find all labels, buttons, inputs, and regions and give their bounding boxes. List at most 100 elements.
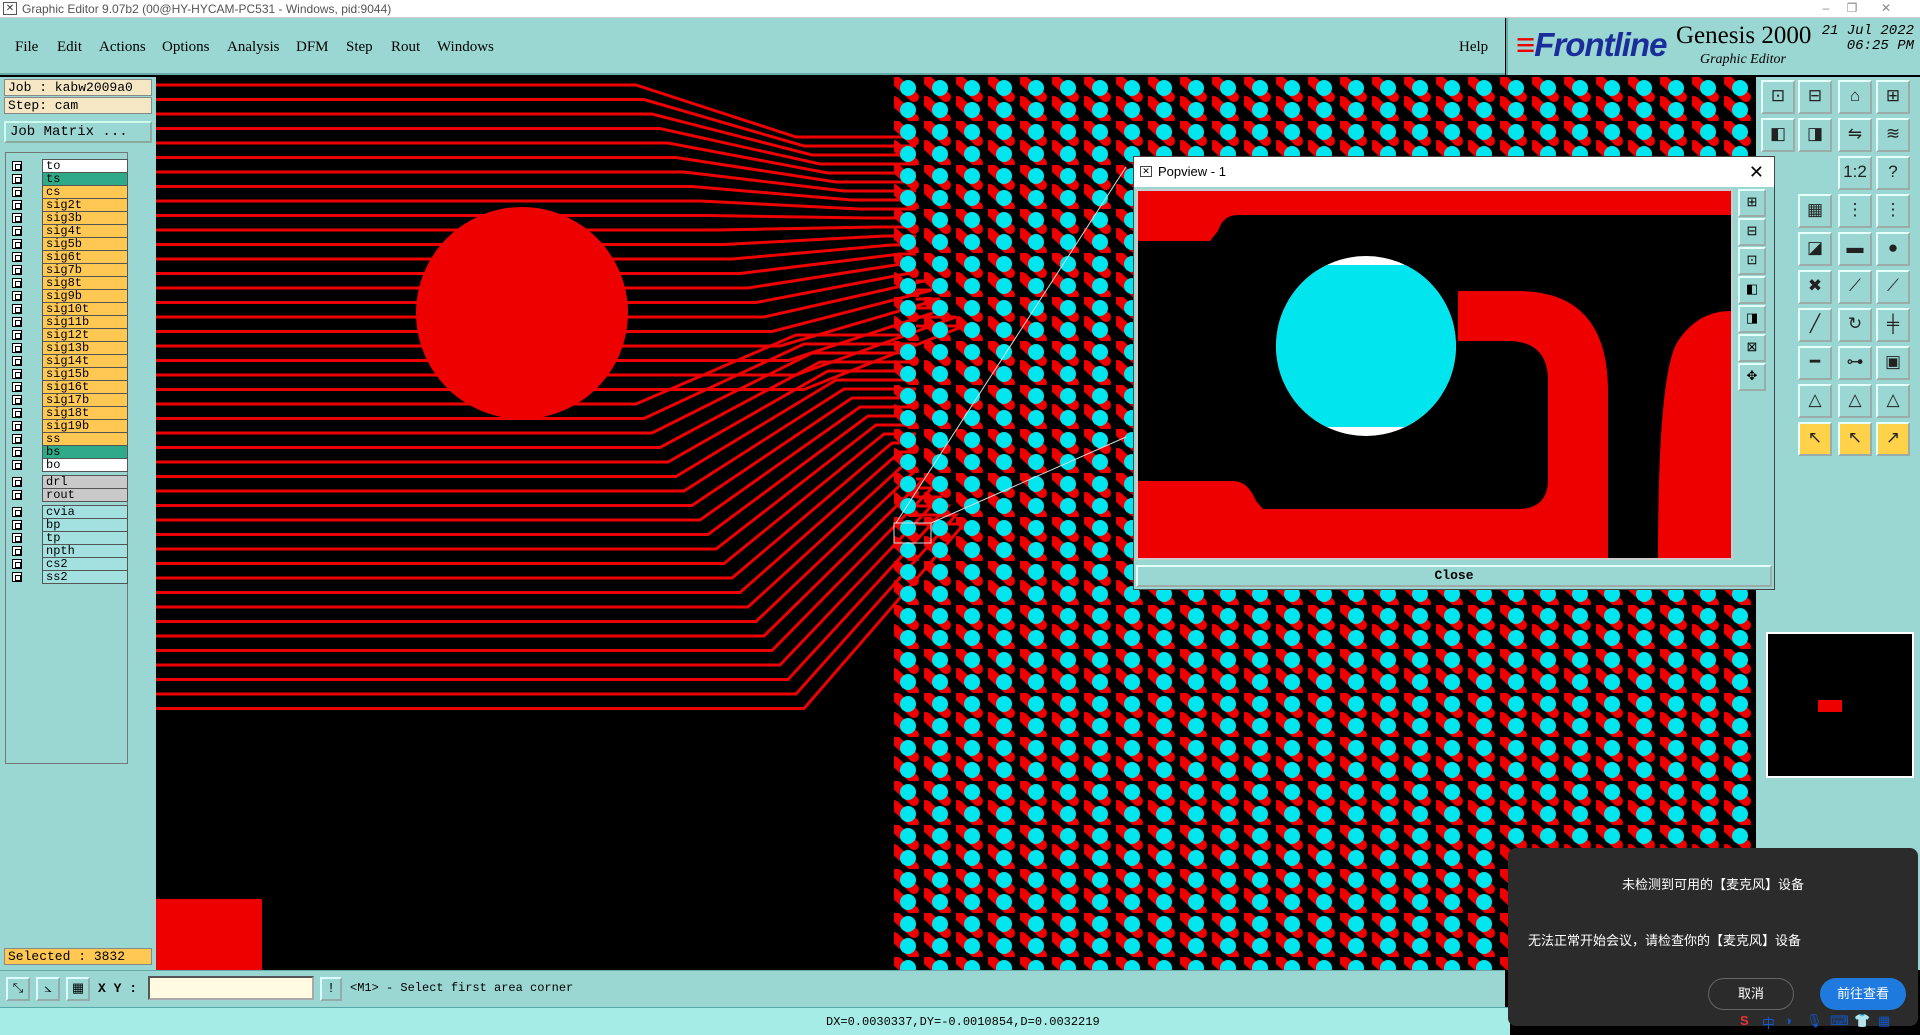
layer-name[interactable]: sig13b bbox=[42, 341, 128, 355]
layer-name[interactable]: npth bbox=[42, 544, 128, 558]
zoom-area-icon[interactable]: ⊞ bbox=[1876, 80, 1910, 114]
layer-checkbox[interactable] bbox=[12, 421, 22, 431]
arc-icon[interactable]: ↻ bbox=[1838, 308, 1872, 342]
ime-mode-indicator[interactable]: 中 bbox=[1762, 1013, 1775, 1032]
popview-pan-up-icon[interactable]: ⊡ bbox=[1738, 247, 1766, 275]
layer-name[interactable]: sig15b bbox=[42, 367, 128, 381]
redraw-icon[interactable]: ≋ bbox=[1876, 118, 1910, 152]
xy-input[interactable] bbox=[148, 976, 314, 1000]
polygon-icon[interactable]: △ bbox=[1798, 384, 1832, 418]
zoom-home-icon[interactable]: ⊡ bbox=[1761, 80, 1795, 114]
popview-close-icon[interactable]: ✕ bbox=[1749, 157, 1764, 187]
layer-name[interactable]: bo bbox=[42, 458, 128, 472]
layer-checkbox[interactable] bbox=[12, 226, 22, 236]
skin-icon[interactable]: 👕 bbox=[1854, 1013, 1870, 1029]
layer-checkbox[interactable] bbox=[12, 546, 22, 556]
layer-name[interactable]: sig10t bbox=[42, 302, 128, 316]
layer-checkbox[interactable] bbox=[12, 291, 22, 301]
menu-help[interactable]: Help bbox=[1459, 39, 1488, 56]
job-matrix-button[interactable]: Job Matrix ... bbox=[4, 121, 152, 143]
restore-icon[interactable]: ❐ bbox=[1844, 1, 1860, 16]
layer-checkbox[interactable] bbox=[12, 447, 22, 457]
layer-checkbox[interactable] bbox=[12, 278, 22, 288]
layer-checkbox[interactable] bbox=[12, 343, 22, 353]
layer-name[interactable]: drl bbox=[42, 475, 128, 489]
layer-name[interactable]: sig3b bbox=[42, 211, 128, 225]
menu-step[interactable]: Step bbox=[346, 39, 373, 56]
select-icon[interactable]: ↖ bbox=[1798, 422, 1832, 456]
select-alt-icon[interactable]: ↖ bbox=[1838, 422, 1872, 456]
layer-checkbox[interactable] bbox=[12, 187, 22, 197]
home-icon[interactable]: ⌂ bbox=[1838, 80, 1872, 114]
layer-name[interactable]: cvia bbox=[42, 505, 128, 519]
layer-name[interactable]: rout bbox=[42, 488, 128, 502]
menu-options[interactable]: Options bbox=[162, 39, 210, 56]
layer-name[interactable]: ss bbox=[42, 432, 128, 446]
menu-windows[interactable]: Windows bbox=[437, 39, 494, 56]
layer-checkbox[interactable] bbox=[12, 477, 22, 487]
ime-logo-icon[interactable]: S bbox=[1740, 1013, 1749, 1028]
layer-name[interactable]: sig16t bbox=[42, 380, 128, 394]
layer-checkbox[interactable] bbox=[12, 572, 22, 582]
snap-alt-icon[interactable]: ⋮ bbox=[1876, 194, 1910, 228]
layer-checkbox[interactable] bbox=[12, 507, 22, 517]
help-icon[interactable]: ? bbox=[1876, 156, 1910, 190]
menu-analysis[interactable]: Analysis bbox=[227, 39, 280, 56]
layer-checkbox[interactable] bbox=[12, 382, 22, 392]
layer-checkbox[interactable] bbox=[12, 239, 22, 249]
layer-name[interactable]: sig6t bbox=[42, 250, 128, 264]
mirror-icon[interactable]: ⇋ bbox=[1838, 118, 1872, 152]
layer-row[interactable]: ss2 bbox=[6, 570, 129, 585]
layer-checkbox[interactable] bbox=[12, 161, 22, 171]
layer-name[interactable]: sig11b bbox=[42, 315, 128, 329]
connect-icon[interactable]: ⊶ bbox=[1838, 346, 1872, 380]
layer-name[interactable]: sig9b bbox=[42, 289, 128, 303]
layer-checkbox[interactable] bbox=[12, 490, 22, 500]
pan-right-icon[interactable]: ◨ bbox=[1798, 118, 1832, 152]
delete-icon[interactable]: ✖ bbox=[1798, 270, 1832, 304]
polygon-alt-icon[interactable]: △ bbox=[1838, 384, 1872, 418]
layer-name[interactable]: bp bbox=[42, 518, 128, 532]
menu-rout[interactable]: Rout bbox=[391, 39, 420, 56]
layer-name[interactable]: tp bbox=[42, 531, 128, 545]
layer-checkbox[interactable] bbox=[12, 434, 22, 444]
layer-name[interactable]: ts bbox=[42, 172, 128, 186]
popview-titlebar[interactable]: ✕ Popview - 1 ✕ bbox=[1134, 157, 1774, 187]
menu-file[interactable]: File bbox=[15, 39, 38, 56]
overview-map[interactable] bbox=[1766, 632, 1914, 778]
popview-close-button[interactable]: Close bbox=[1136, 565, 1772, 587]
layer-name[interactable]: ss2 bbox=[42, 570, 128, 584]
microphone-icon[interactable]: 🎙 bbox=[1806, 1013, 1823, 1029]
layer-name[interactable]: sig5b bbox=[42, 237, 128, 251]
layer-name[interactable]: sig2t bbox=[42, 198, 128, 212]
line-icon[interactable]: ⟋ bbox=[1838, 270, 1872, 304]
minimize-icon[interactable]: – bbox=[1818, 1, 1834, 16]
layer-row[interactable]: bo bbox=[6, 458, 129, 473]
hline-icon[interactable]: ━ bbox=[1798, 346, 1832, 380]
layer-checkbox[interactable] bbox=[12, 559, 22, 569]
layer-name[interactable]: sig18t bbox=[42, 406, 128, 420]
pan-left-icon[interactable]: ◧ bbox=[1761, 118, 1795, 152]
layer-checkbox[interactable] bbox=[12, 330, 22, 340]
select-route-icon[interactable]: ↗ bbox=[1876, 422, 1910, 456]
surface-icon[interactable]: ▣ bbox=[1876, 346, 1910, 380]
layer-checkbox[interactable] bbox=[12, 317, 22, 327]
zoom-back-icon[interactable]: ⊟ bbox=[1798, 80, 1832, 114]
layer-checkbox[interactable] bbox=[12, 265, 22, 275]
measure-angle-icon[interactable]: ⦣ bbox=[36, 977, 60, 1001]
scale-icon[interactable]: 1:2 bbox=[1838, 156, 1872, 190]
layer-name[interactable]: sig14t bbox=[42, 354, 128, 368]
layer-checkbox[interactable] bbox=[12, 356, 22, 366]
popview-pan-right-icon[interactable]: ◨ bbox=[1738, 305, 1766, 333]
measure-icon[interactable]: ◪ bbox=[1798, 232, 1832, 266]
menu-actions[interactable]: Actions bbox=[99, 39, 146, 56]
layer-checkbox[interactable] bbox=[12, 252, 22, 262]
cross-icon[interactable]: ╪ bbox=[1876, 308, 1910, 342]
layer-name[interactable]: to bbox=[42, 159, 128, 173]
layer-name[interactable]: cs bbox=[42, 185, 128, 199]
punctuation-icon[interactable]: ◑ bbox=[1784, 1013, 1792, 1028]
ruler-icon[interactable]: ▬ bbox=[1838, 232, 1872, 266]
layer-name[interactable]: sig7b bbox=[42, 263, 128, 277]
popview-zoom-out-icon[interactable]: ⊟ bbox=[1738, 218, 1766, 246]
layer-checkbox[interactable] bbox=[12, 408, 22, 418]
